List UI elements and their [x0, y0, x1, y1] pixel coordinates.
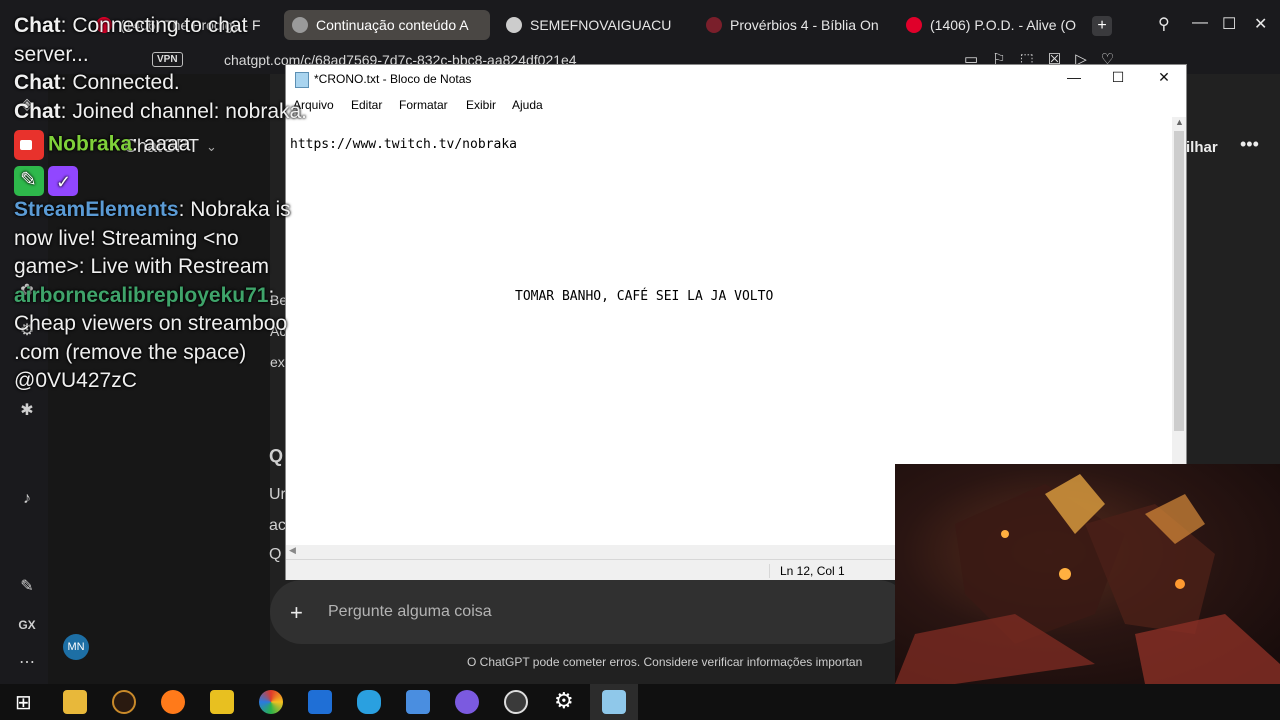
minimize-button[interactable]: —	[1062, 69, 1086, 85]
disclaimer-text: O ChatGPT pode cometer erros. Considere …	[467, 655, 863, 669]
tab-semefnovaiguacu[interactable]: SEMEFNOVAIGUACU	[498, 10, 694, 40]
chat-text: : aaaa	[132, 132, 191, 156]
chat-username: Chat	[14, 71, 61, 94]
windows-start-icon[interactable]: ⊞	[15, 690, 32, 715]
notepad-taskbar-icon[interactable]	[602, 690, 626, 714]
desktop: (1406) The Prodigy - F Continuação conte…	[0, 0, 1280, 720]
chat-message: Chat: Joined channel: nobraka.	[14, 98, 314, 127]
tab-pod-alive[interactable]: (1406) P.O.D. - Alive (O	[898, 10, 1088, 40]
scroll-left-icon[interactable]: ◀	[289, 545, 296, 556]
more-options-button[interactable]: •••	[1240, 134, 1259, 155]
minimize-button[interactable]: —	[1192, 14, 1208, 32]
maximize-button[interactable]: ☐	[1222, 14, 1236, 34]
tab-label: Provérbios 4 - Bíblia On	[730, 17, 879, 33]
globe-icon	[506, 17, 522, 33]
menu-formatar[interactable]: Formatar	[399, 98, 448, 112]
verified-badge-icon	[48, 166, 78, 197]
text-fragment: Ur	[269, 486, 286, 503]
tab-proverbios[interactable]: Provérbios 4 - Bíblia On	[698, 10, 894, 40]
cursor-position: Ln 12, Col 1	[769, 564, 845, 578]
youtube-icon	[906, 17, 922, 33]
menu-ajuda[interactable]: Ajuda	[512, 98, 543, 112]
chat-username: Chat	[14, 14, 61, 37]
artwork-image	[895, 474, 1280, 684]
guitar-icon[interactable]: ♪	[16, 490, 38, 508]
chat-message: Chat: Connected.	[14, 69, 314, 98]
chat-text: : Connected.	[60, 71, 180, 94]
browser-icon[interactable]	[259, 690, 283, 714]
notes-icon[interactable]: ✎	[16, 576, 38, 596]
close-button[interactable]: ✕	[1152, 69, 1176, 86]
close-button[interactable]: ✕	[1254, 14, 1267, 34]
avatar[interactable]: MN	[63, 634, 89, 660]
text-line-message: TOMAR BANHO, CAFÉ SEI LA JA VOLTO	[515, 289, 774, 304]
menu-exibir[interactable]: Exibir	[466, 98, 496, 112]
chat-text: : Joined channel: nobraka.	[60, 99, 308, 123]
tab-continuacao-conteudo[interactable]: Continuação conteúdo A	[284, 10, 490, 40]
gx-icon[interactable]: GX	[16, 618, 38, 632]
more-icon[interactable]: ⋯	[16, 652, 38, 672]
prompt-input[interactable]: Pergunte alguma coisa	[328, 603, 492, 621]
extensions-icon[interactable]: ✱	[16, 400, 38, 420]
search-tabs-icon[interactable]: ⚲	[1158, 14, 1170, 34]
scroll-up-icon[interactable]: ▲	[1175, 117, 1184, 127]
chat-message: airbornecalibreployeku71: Cheap viewers …	[14, 282, 314, 396]
window-title: *CRONO.txt - Bloco de Notas	[314, 72, 472, 86]
stream-chat-overlay: Chat: Connecting to chat server... Chat:…	[14, 12, 314, 396]
tab-label: SEMEFNOVAIGUACU	[530, 17, 672, 33]
scroll-thumb[interactable]	[1174, 131, 1184, 431]
text-line-url: https://www.twitch.tv/nobraka	[290, 137, 517, 152]
file-explorer-icon[interactable]	[63, 690, 87, 714]
app-blue-icon[interactable]	[357, 690, 381, 714]
new-tab-button[interactable]: +	[1092, 16, 1112, 36]
chat-username: airbornecalibreployeku71	[14, 283, 269, 307]
chat-username: Nobraka	[48, 132, 133, 156]
share-button[interactable]: ilhar	[1186, 139, 1218, 156]
chat-message: Chat: Connecting to chat server...	[14, 12, 314, 69]
text-fragment: ac	[269, 517, 286, 534]
folder-app-icon[interactable]	[406, 690, 430, 714]
opera-gx-icon[interactable]	[112, 690, 136, 714]
firefox-icon[interactable]	[161, 690, 185, 714]
chat-badges	[14, 166, 314, 197]
menu-bar: Arquivo Editar Formatar Exibir Ajuda	[286, 95, 1186, 117]
add-attachment-button[interactable]: +	[290, 600, 303, 626]
store-icon[interactable]	[308, 690, 332, 714]
chat-username: StreamElements	[14, 198, 179, 221]
chat-username: Chat	[14, 99, 61, 123]
obs-icon[interactable]	[504, 690, 528, 714]
settings-icon[interactable]: ⚙	[554, 688, 574, 714]
bible-icon	[706, 17, 722, 33]
menu-editar[interactable]: Editar	[351, 98, 382, 112]
notepad-titlebar[interactable]: *CRONO.txt - Bloco de Notas — ☐ ✕	[286, 65, 1186, 95]
maximize-button[interactable]: ☐	[1106, 69, 1130, 86]
chat-message: Nobraka: aaaa	[14, 130, 314, 160]
moderator-badge-icon	[14, 166, 44, 196]
taskbar	[0, 684, 1280, 720]
text-fragment: Q	[269, 546, 282, 563]
app-yellow-icon[interactable]	[210, 690, 234, 714]
text-fragment: Q	[269, 446, 284, 466]
tab-label: (1406) P.O.D. - Alive (O	[930, 17, 1077, 33]
messenger-icon[interactable]	[455, 690, 479, 714]
stream-art-overlay	[895, 464, 1280, 684]
tab-label: Continuação conteúdo A	[316, 17, 469, 33]
broadcaster-badge-icon	[14, 130, 44, 160]
chat-message: StreamElements: Nobraka is now live! Str…	[14, 196, 314, 282]
